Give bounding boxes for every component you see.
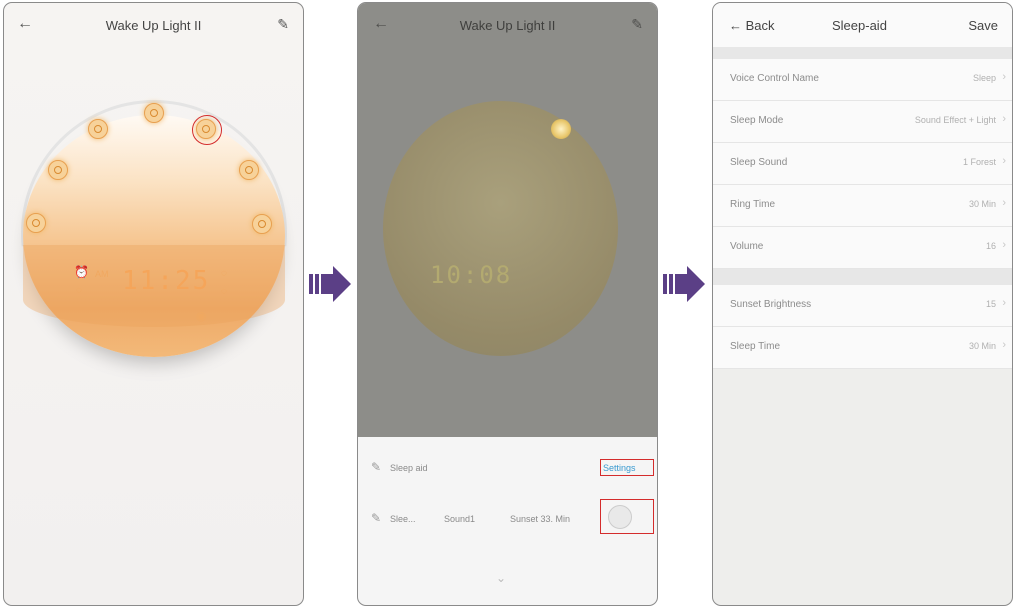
clock-display: 10:08 xyxy=(430,261,513,289)
item-label: Sunset Brightness xyxy=(730,299,812,310)
page-title: Wake Up Light II xyxy=(105,18,202,33)
list-item[interactable]: Voice Control Name Sleep › xyxy=(713,59,1012,101)
page-title: Sleep-aid xyxy=(832,18,887,33)
edit-icon[interactable]: ✎ xyxy=(371,460,381,474)
device-dome xyxy=(23,115,285,357)
row-label: Slee... xyxy=(390,514,416,524)
phone-screen-overlay: ← Wake Up Light II ✎ 10:08 ✎ Sleep aid S… xyxy=(357,2,658,606)
save-button[interactable]: Save xyxy=(968,18,998,33)
section-gap xyxy=(713,47,1012,59)
chevron-right-icon: › xyxy=(1002,71,1006,83)
item-value: Sound Effect + Light xyxy=(914,115,996,125)
device-dome xyxy=(383,101,618,356)
page-title: Wake Up Light II xyxy=(459,18,556,33)
item-label: Voice Control Name xyxy=(730,73,819,84)
chevron-right-icon: › xyxy=(1002,113,1006,125)
header: ← Back Sleep-aid Save xyxy=(713,3,1012,47)
list-item[interactable]: Sleep Sound 1 Forest › xyxy=(713,143,1012,185)
phone-screen-settings: ← Back Sleep-aid Save Voice Control Name… xyxy=(712,2,1013,606)
alarm4-indicator-icon: ◌ xyxy=(221,286,227,297)
alarm1-indicator-icon: ⏰ xyxy=(74,265,89,279)
alarm-icon[interactable] xyxy=(88,119,108,139)
wifi-icon: ◉ xyxy=(196,309,207,323)
item-value: 15 xyxy=(985,299,996,309)
item-label: Volume xyxy=(730,241,764,252)
back-button[interactable]: ← Back xyxy=(729,18,775,33)
item-label: Sleep Mode xyxy=(730,115,784,126)
row-label: Sleep aid xyxy=(390,463,428,473)
brightness-icon[interactable] xyxy=(239,160,259,180)
list-item[interactable]: Sunset Brightness 15 › xyxy=(713,285,1012,327)
highlight-box xyxy=(600,499,654,534)
highlight-circle xyxy=(192,115,222,145)
chevron-right-icon: › xyxy=(1002,339,1006,351)
item-label: Ring Time xyxy=(730,199,776,210)
am-label: AM xyxy=(95,269,109,279)
light-icon[interactable] xyxy=(252,214,272,234)
section-gap xyxy=(713,269,1012,285)
dim-overlay: ← Wake Up Light II ✎ 10:08 xyxy=(358,3,657,437)
alarm3-indicator-icon: ◌ xyxy=(221,268,227,279)
item-value: 30 Min xyxy=(968,341,996,351)
pencil-icon[interactable]: ✎ xyxy=(277,16,289,33)
phone-screen-main: ← Wake Up Light II ✎ ⏰ AM ◌ 11:25 ◌ ◌ ◉ xyxy=(3,2,304,606)
pencil-icon[interactable]: ✎ xyxy=(631,16,643,33)
item-value: Sleep xyxy=(972,73,996,83)
header: ← Wake Up Light II ✎ xyxy=(358,3,657,49)
edit-icon[interactable]: ✎ xyxy=(371,511,381,525)
chevron-right-icon: › xyxy=(1002,155,1006,167)
chevron-right-icon: › xyxy=(1002,239,1006,251)
list-item[interactable]: Sleep Mode Sound Effect + Light › xyxy=(713,101,1012,143)
ring-mode-icon[interactable] xyxy=(144,103,164,123)
item-label: Sleep Sound xyxy=(730,157,788,168)
sleep-moon-icon xyxy=(551,119,571,139)
flow-arrow-icon xyxy=(663,266,705,302)
item-value: 1 Forest xyxy=(962,157,996,167)
item-value: 30 Min xyxy=(968,199,996,209)
settings-list: Voice Control Name Sleep › Sleep Mode So… xyxy=(713,47,1012,369)
chevron-right-icon: › xyxy=(1002,197,1006,209)
clock-icon[interactable] xyxy=(48,160,68,180)
chevron-right-icon: › xyxy=(1002,297,1006,309)
chevron-down-icon[interactable]: ⌄ xyxy=(496,571,506,585)
sun-icon[interactable] xyxy=(26,213,46,233)
item-label: Sleep Time xyxy=(730,341,781,352)
list-item[interactable]: Volume 16 › xyxy=(713,227,1012,269)
flow-arrow-icon xyxy=(309,266,351,302)
header: ← Wake Up Light II ✎ xyxy=(4,3,303,49)
highlight-box xyxy=(600,459,654,476)
list-item[interactable]: Sleep Time 30 Min › xyxy=(713,327,1012,369)
list-item[interactable]: Ring Time 30 Min › xyxy=(713,185,1012,227)
sunset-value: Sunset 33. Min xyxy=(510,514,571,524)
sound-value: Sound1 xyxy=(444,514,476,524)
alarm2-indicator-icon: ◌ xyxy=(76,285,82,296)
clock-display: 11:25 xyxy=(122,266,211,296)
item-value: 16 xyxy=(985,241,996,251)
